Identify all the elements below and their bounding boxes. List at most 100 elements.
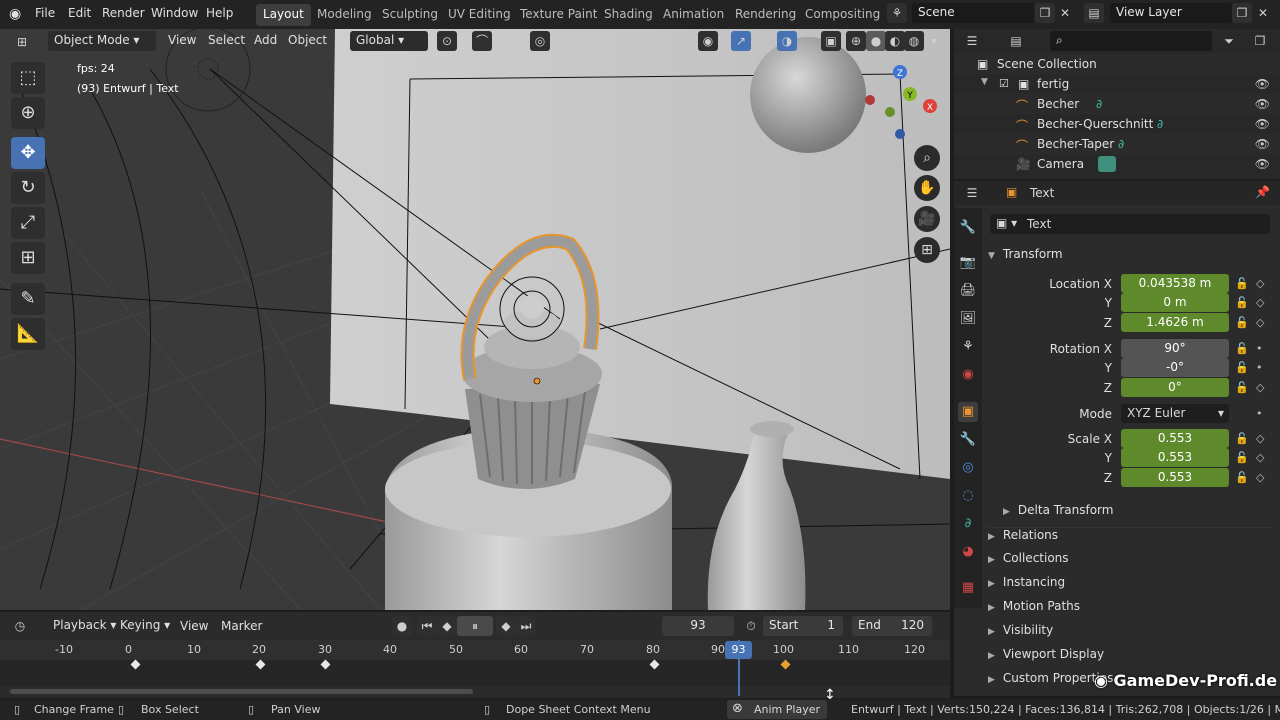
viewport-menu-select[interactable]: Select [208,33,245,47]
keyframe-dot-icon[interactable]: • [1256,361,1263,374]
current-frame-field[interactable]: 93 [662,616,734,636]
proportional-edit-icon[interactable]: ◎ [530,31,550,51]
scale-y-field[interactable]: 0.553 [1121,448,1229,467]
timeline-editor-icon[interactable]: ◷ [10,616,30,636]
viewport-menu-object[interactable]: Object [288,33,327,47]
location-y-field[interactable]: 0 m [1121,293,1229,312]
menu-window[interactable]: Window [151,6,198,20]
rotation-y-field[interactable]: -0° [1121,358,1229,377]
visibility-panel-header[interactable]: ▶ Visibility [988,623,1273,645]
annotate-tool-icon[interactable]: ✎ [11,283,45,315]
ortho-grid-icon[interactable]: ⊞ [914,237,940,263]
outliner-row-camera[interactable]: 🎥 Camera 👁 [954,154,1280,174]
editor-type-icon[interactable]: ⊞ [12,32,32,52]
object-name-field[interactable]: ▣ ▾ Text [990,214,1270,234]
outliner-search-input[interactable]: ⌕ [1050,31,1212,51]
location-z-field[interactable]: 1.4626 m [1121,313,1229,332]
pin-icon[interactable]: 📌 [1255,185,1270,199]
tab-animation[interactable]: Animation [656,4,731,26]
data-tab-icon[interactable]: ∂ [958,514,978,534]
keyframe-dot-icon[interactable]: • [1256,407,1263,420]
keyframe-dot-icon[interactable]: • [1256,342,1263,355]
delta-transform-header[interactable]: ▶ Delta Transform [1003,503,1280,525]
tab-texture-paint[interactable]: Texture Paint [513,4,604,26]
object-tab-icon[interactable]: ▣ [958,402,978,422]
physics-tab-icon[interactable]: ◌ [958,486,978,506]
rotation-mode-dropdown[interactable]: XYZ Euler ▾ [1121,404,1229,423]
new-view-layer-icon[interactable]: ❐ [1232,3,1252,23]
blender-logo-icon[interactable]: ◉ [9,6,21,22]
motion-paths-panel-header[interactable]: ▶ Motion Paths [988,599,1273,621]
scale-z-field[interactable]: 0.553 [1121,468,1229,487]
eye-icon[interactable]: 👁 [1255,77,1270,91]
filter-icon[interactable]: ⏷ [1219,31,1239,51]
object-mode-dropdown[interactable]: Object Mode ▾ [48,31,156,51]
eye-icon[interactable]: 👁 [1255,137,1270,151]
overlay-icon[interactable]: ◑ [777,31,797,51]
visibility-icon[interactable]: ◉ [698,31,718,51]
tab-modeling[interactable]: Modeling [310,4,379,26]
transform-panel-header[interactable]: ▼ Transform [988,247,1273,269]
camera-view-icon[interactable]: 🎥 [914,206,940,232]
wireframe-shading-icon[interactable]: ⊕ [846,31,866,51]
lock-icon[interactable]: 🔓 [1235,316,1249,329]
material-tab-icon[interactable]: ◕ [958,542,978,562]
zoom-icon[interactable]: ⌕ [914,145,940,171]
end-frame-field[interactable]: End 120 [852,616,932,636]
lock-icon[interactable]: 🔓 [1235,381,1249,394]
menu-render[interactable]: Render [102,6,145,20]
solid-shading-icon[interactable]: ● [866,31,886,51]
select-box-tool-icon[interactable]: ⬚ [11,62,45,94]
snap-icon[interactable]: ⌒ [472,31,492,51]
outliner-row-fertig[interactable]: ▼ ☑ ▣ fertig 👁 [954,74,1280,94]
keyframe-icon[interactable]: ◇ [1256,471,1264,484]
close-view-layer-icon[interactable]: ✕ [1253,3,1273,23]
menu-help[interactable]: Help [206,6,233,20]
jump-start-icon[interactable]: ⏮ [417,616,437,636]
menu-file[interactable]: File [35,6,55,20]
transform-tool-icon[interactable]: ⊞ [11,242,45,274]
tab-sculpting[interactable]: Sculpting [375,4,445,26]
scene-tab-icon[interactable]: ⚘ [958,337,978,357]
modifier-tab-icon[interactable]: 🔧 [958,430,978,450]
location-x-field[interactable]: 0.043538 m [1121,274,1229,293]
viewport-menu-add[interactable]: Add [254,33,277,47]
properties-editor-icon[interactable]: ☰ [962,183,982,203]
record-icon[interactable]: ● [392,616,412,636]
relations-panel-header[interactable]: ▶ Relations [988,527,1273,549]
outliner-row-becher[interactable]: ⌒ Becher ∂ 👁 [954,94,1280,114]
move-tool-icon[interactable]: ✥ [11,137,45,169]
viewport-display-panel-header[interactable]: ▶ Viewport Display [988,647,1273,669]
navigation-gizmo[interactable]: X Y Z [860,58,950,148]
new-collection-icon[interactable]: ❐ [1250,31,1270,51]
timeline-marker-menu[interactable]: Marker [221,619,262,633]
transform-orientation-dropdown[interactable]: Global ▾ [350,31,428,51]
outliner-row-becher-taper[interactable]: ⌒ Becher-Taper ∂ 👁 [954,134,1280,154]
tab-compositing[interactable]: Compositing [798,4,887,26]
scale-x-field[interactable]: 0.553 [1121,429,1229,448]
collections-panel-header[interactable]: ▶ Collections [988,551,1273,573]
close-scene-icon[interactable]: ✕ [1055,3,1075,23]
keyframe-icon[interactable]: ◇ [1256,432,1264,445]
scene-icon[interactable]: ⚘ [887,3,907,23]
world-tab-icon[interactable]: ◉ [958,365,978,385]
texture-tab-icon[interactable]: ▦ [958,578,978,598]
material-shading-icon[interactable]: ◐ [885,31,905,51]
start-frame-field[interactable]: Start 1 [763,616,843,636]
3d-viewport[interactable] [0,29,950,610]
eye-icon[interactable]: 👁 [1255,97,1270,111]
view-layer-tab-icon[interactable]: 🖼 [958,309,978,329]
tab-shading[interactable]: Shading [597,4,660,26]
rotate-tool-icon[interactable]: ↻ [11,172,45,204]
expand-arrow-icon[interactable]: ▼ [981,77,988,87]
view-layer-icon[interactable]: ▤ [1084,3,1104,23]
jump-end-icon[interactable]: ⏭ [516,616,536,636]
keyframe-icon[interactable]: ◇ [1256,381,1264,394]
scale-tool-icon[interactable]: ⤢ [11,207,45,239]
keying-menu[interactable]: Keying ▾ [114,616,176,636]
menu-edit[interactable]: Edit [68,6,91,20]
rotation-z-field[interactable]: 0° [1121,378,1229,397]
timeline-scrollbar[interactable] [10,689,473,694]
lock-icon[interactable]: 🔓 [1235,361,1249,374]
cursor-tool-icon[interactable]: ⊕ [11,97,45,129]
